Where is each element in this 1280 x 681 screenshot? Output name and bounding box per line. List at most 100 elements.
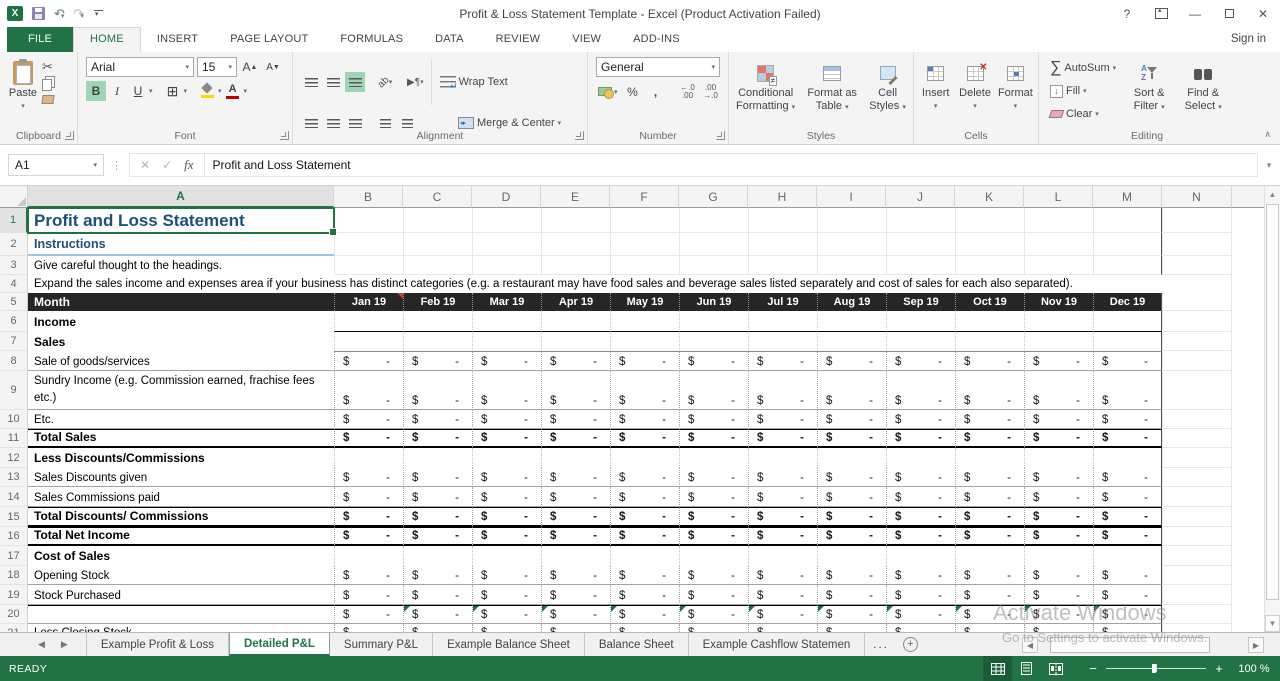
cell-A10[interactable]: Etc.: [28, 410, 334, 429]
cell-G19[interactable]: $-: [679, 585, 748, 605]
cell-N6[interactable]: [1162, 311, 1232, 332]
cell-B17[interactable]: [334, 546, 403, 566]
cell-L16[interactable]: $-: [1024, 527, 1093, 546]
sheet-tab-detailed-p-l[interactable]: Detailed P&L: [229, 633, 330, 656]
sheet-tab-summary-p-l[interactable]: Summary P&L: [330, 633, 433, 656]
cell-N12[interactable]: [1162, 448, 1232, 468]
cell-C21[interactable]: $-: [403, 624, 472, 632]
cell-G15[interactable]: $-: [679, 507, 748, 527]
row-header-19[interactable]: 19: [0, 585, 28, 605]
cell-K14[interactable]: $-: [955, 487, 1024, 507]
cell-C12[interactable]: [403, 448, 472, 468]
row-header-6[interactable]: 6: [0, 311, 28, 332]
cell-A4[interactable]: Expand the sales income and expenses are…: [28, 275, 334, 293]
cell-N2[interactable]: [1162, 233, 1232, 256]
delete-cells-button[interactable]: Delete ▾: [957, 57, 992, 113]
cell-D6[interactable]: [472, 311, 541, 332]
cell-H13[interactable]: $-: [748, 468, 817, 487]
cell-C6[interactable]: [403, 311, 472, 332]
name-box-dropdown-icon[interactable]: ▾: [93, 161, 97, 169]
cell-L6[interactable]: [1024, 311, 1093, 332]
month-header-jan-19[interactable]: Jan 19: [334, 293, 403, 311]
cell-E7[interactable]: [541, 332, 610, 351]
row-header-15[interactable]: 15: [0, 507, 28, 527]
cell-A21[interactable]: Less Closing Stock: [28, 624, 334, 632]
font-size-select[interactable]: 15▾: [197, 57, 237, 77]
cell-J1[interactable]: [886, 208, 955, 233]
cell-G2[interactable]: [679, 233, 748, 256]
number-format-select[interactable]: General▾: [596, 57, 720, 77]
cell-C15[interactable]: $-: [403, 507, 472, 527]
cell-B18[interactable]: $-: [334, 566, 403, 585]
help-button[interactable]: ?: [1110, 0, 1144, 27]
row-header-16[interactable]: 16: [0, 527, 28, 546]
name-box[interactable]: A1▾: [8, 154, 104, 176]
cell-G10[interactable]: $-: [679, 410, 748, 429]
cell-A2[interactable]: Instructions: [28, 233, 334, 256]
cell-B19[interactable]: $-: [334, 585, 403, 605]
new-sheet-button[interactable]: +: [903, 633, 918, 656]
scroll-right-icon[interactable]: ▶: [1248, 637, 1264, 653]
cell-N16[interactable]: [1162, 527, 1232, 546]
zoom-slider[interactable]: [1106, 668, 1206, 669]
cell-A16[interactable]: Total Net Income: [28, 527, 334, 546]
cell-N8[interactable]: [1162, 351, 1232, 371]
cell-M20[interactable]: $-: [1093, 605, 1162, 624]
cell-E17[interactable]: [541, 546, 610, 566]
cell-B14[interactable]: $-: [334, 487, 403, 507]
column-header-b[interactable]: B: [334, 186, 403, 208]
cell-H11[interactable]: $-: [748, 429, 817, 448]
cell-N3[interactable]: [1162, 256, 1232, 275]
middle-align-button[interactable]: [323, 72, 343, 92]
cell-A19[interactable]: Stock Purchased: [28, 585, 334, 605]
excel-logo-icon[interactable]: X: [7, 6, 23, 21]
cell-D13[interactable]: $-: [472, 468, 541, 487]
column-header-k[interactable]: K: [955, 186, 1024, 208]
cell-E12[interactable]: [541, 448, 610, 468]
cell-H21[interactable]: $-: [748, 624, 817, 632]
zoom-level[interactable]: 100 %: [1228, 663, 1280, 675]
cell-A18[interactable]: Opening Stock: [28, 566, 334, 585]
formula-bar-splitter[interactable]: ⋮: [111, 159, 122, 172]
cell-J13[interactable]: $-: [886, 468, 955, 487]
cell-C1[interactable]: [403, 208, 472, 233]
column-header-d[interactable]: D: [472, 186, 541, 208]
cell-E10[interactable]: $-: [541, 410, 610, 429]
cell-L8[interactable]: $-: [1024, 351, 1093, 371]
cell-E6[interactable]: [541, 311, 610, 332]
cell-L11[interactable]: $-: [1024, 429, 1093, 448]
cell-H19[interactable]: $-: [748, 585, 817, 605]
cell-M6[interactable]: [1093, 311, 1162, 332]
cell-B3[interactable]: [334, 256, 403, 275]
cell-F18[interactable]: $-: [610, 566, 679, 585]
next-sheet-icon[interactable]: ▶: [61, 639, 68, 650]
cell-F19[interactable]: $-: [610, 585, 679, 605]
column-header-h[interactable]: H: [748, 186, 817, 208]
scroll-left-icon[interactable]: ◀: [1022, 637, 1038, 653]
cell-F9[interactable]: $-: [610, 371, 679, 410]
month-header-feb-19[interactable]: Feb 19: [403, 293, 472, 311]
cell-J19[interactable]: $-: [886, 585, 955, 605]
cell-N13[interactable]: [1162, 468, 1232, 487]
cell-F10[interactable]: $-: [610, 410, 679, 429]
cell-G13[interactable]: $-: [679, 468, 748, 487]
cell-I13[interactable]: $-: [817, 468, 886, 487]
cell-C11[interactable]: $-: [403, 429, 472, 448]
page-layout-view-button[interactable]: [1012, 656, 1041, 681]
cell-G12[interactable]: [679, 448, 748, 468]
row-header-10[interactable]: 10: [0, 410, 28, 429]
cell-I20[interactable]: $-: [817, 605, 886, 624]
increase-font-size-button[interactable]: A▲: [240, 57, 260, 77]
month-header-nov-19[interactable]: Nov 19: [1024, 293, 1093, 311]
cell-M11[interactable]: $-: [1093, 429, 1162, 448]
cell-L17[interactable]: [1024, 546, 1093, 566]
column-header-n[interactable]: N: [1162, 186, 1232, 208]
comma-style-button[interactable]: ,: [646, 82, 666, 102]
cell-A1[interactable]: Profit and Loss Statement: [28, 208, 334, 233]
cell-E20[interactable]: $-: [541, 605, 610, 624]
column-header-g[interactable]: G: [679, 186, 748, 208]
horizontal-scrollbar[interactable]: ◀ ▶: [1022, 636, 1264, 654]
number-dialog-launcher-icon[interactable]: [716, 131, 725, 140]
redo-dropdown-icon[interactable]: ▾: [80, 13, 84, 20]
cell-C17[interactable]: [403, 546, 472, 566]
